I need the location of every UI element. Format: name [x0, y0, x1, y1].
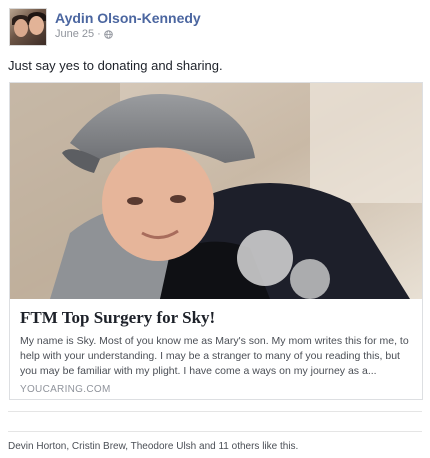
author-avatar[interactable] [9, 8, 47, 46]
link-title[interactable]: FTM Top Surgery for Sky! [20, 307, 412, 328]
post-time-line: June 25 · [55, 27, 201, 42]
globe-icon[interactable] [104, 30, 113, 39]
link-preview-card[interactable]: FTM Top Surgery for Sky! My name is Sky.… [9, 82, 423, 400]
post-date-link[interactable]: June 25 [55, 27, 94, 42]
author-name-link[interactable]: Aydin Olson-Kennedy [55, 10, 201, 27]
post-status-text: Just say yes to donating and sharing. [8, 58, 223, 73]
link-domain: YOUCARING.COM [20, 384, 111, 395]
post-header: Aydin Olson-Kennedy June 25 · [9, 8, 201, 48]
link-description: My name is Sky. Most of you know me as M… [20, 335, 409, 377]
meta-separator: · [97, 28, 101, 40]
facebook-post: Aydin Olson-Kennedy June 25 · Just say y… [0, 0, 430, 458]
link-preview-image[interactable] [10, 83, 422, 299]
post-meta: Aydin Olson-Kennedy June 25 · [55, 8, 201, 42]
likes-summary[interactable]: Devin Horton, Cristin Brew, Theodore Uls… [8, 440, 298, 453]
divider [8, 411, 422, 412]
divider [8, 431, 422, 432]
link-preview-body: FTM Top Surgery for Sky! My name is Sky.… [10, 299, 422, 395]
